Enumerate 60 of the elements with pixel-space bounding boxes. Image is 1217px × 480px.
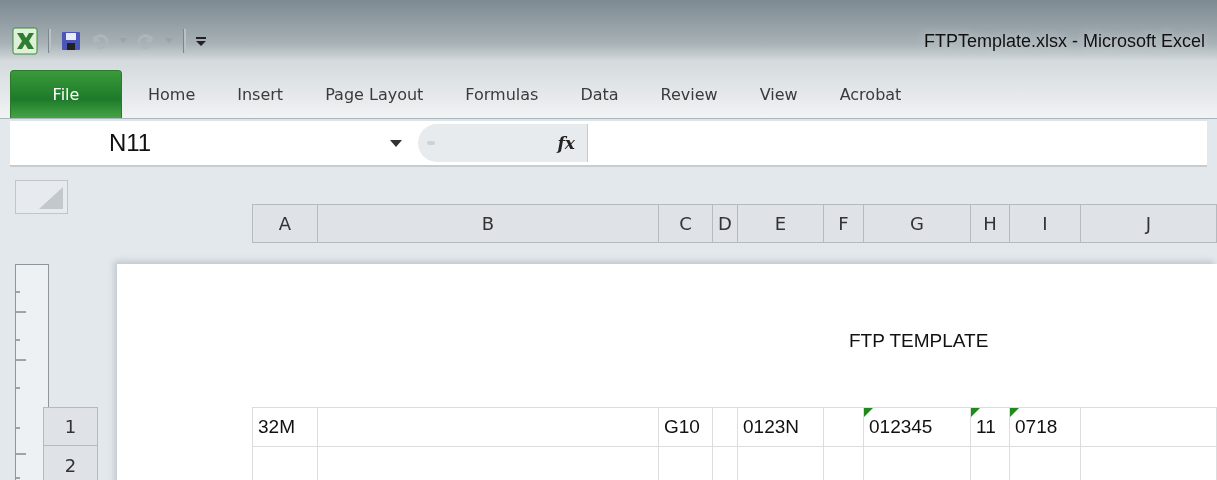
table-cell[interactable]	[1081, 407, 1217, 446]
column-header[interactable]: H	[971, 204, 1010, 243]
column-header[interactable]: B	[318, 204, 659, 243]
ribbon-tab[interactable]: Home	[122, 70, 217, 118]
table-cell[interactable]	[1081, 446, 1217, 480]
window-title: FTPTemplate.xlsx - Microsoft Excel	[923, 29, 1206, 52]
table-cell[interactable]	[713, 407, 738, 446]
table-cell[interactable]	[971, 446, 1010, 480]
ribbon-tab[interactable]: View	[738, 70, 819, 118]
ribbon-tab[interactable]: Review	[639, 70, 739, 118]
table-cell[interactable]	[318, 446, 659, 480]
table-cell[interactable]: 32M	[252, 407, 318, 446]
cell-text: G10	[664, 416, 700, 438]
table-cell[interactable]	[864, 446, 971, 480]
ribbon-tab[interactable]: Data	[559, 70, 640, 118]
redo-icon[interactable]	[137, 32, 155, 50]
row-header[interactable]: 2	[43, 446, 98, 480]
cell-text: 32M	[258, 416, 295, 438]
column-header[interactable]: G	[864, 204, 971, 243]
save-icon[interactable]	[61, 31, 81, 51]
corner-triangle-icon	[39, 187, 63, 209]
ribbon-tab[interactable]: Page Layout	[304, 70, 445, 118]
table-cell[interactable]	[738, 446, 824, 480]
column-header[interactable]: J	[1081, 204, 1217, 243]
table-cell[interactable]	[713, 446, 738, 480]
insert-function-button[interactable]: fx	[557, 133, 575, 153]
ribbon-tab[interactable]: Formulas	[444, 70, 560, 118]
row-header[interactable]: 1	[43, 407, 98, 446]
table-cell[interactable]	[252, 446, 318, 480]
select-all-button[interactable]	[15, 180, 68, 214]
table-cell[interactable]: 012345	[864, 407, 971, 446]
expand-handle-icon[interactable]	[426, 139, 436, 147]
table-cell[interactable]	[824, 407, 864, 446]
column-header[interactable]: E	[738, 204, 824, 243]
customize-toolbar-icon[interactable]	[196, 36, 206, 46]
column-header[interactable]: A	[252, 204, 318, 243]
table-cell[interactable]: 0718	[1010, 407, 1081, 446]
table-cell[interactable]: 0123N	[738, 407, 824, 446]
cell-text: 0718	[1015, 416, 1058, 438]
table-cell[interactable]	[1010, 446, 1081, 480]
cell-text: 0123N	[743, 416, 799, 438]
cell-text: 012345	[869, 416, 933, 438]
ribbon-tab[interactable]: Insert	[216, 70, 305, 118]
table-cell[interactable]	[824, 446, 864, 480]
column-header[interactable]: I	[1010, 204, 1081, 243]
table-cell[interactable]	[659, 446, 713, 480]
table-cell[interactable]: G10	[659, 407, 713, 446]
table-cell[interactable]: 11	[971, 407, 1010, 446]
column-header[interactable]: F	[824, 204, 864, 243]
file-tab[interactable]: File	[10, 70, 122, 118]
ribbon-tab[interactable]: Acrobat	[818, 70, 923, 118]
table-cell[interactable]	[318, 407, 659, 446]
cell-text: 11	[976, 416, 996, 438]
page-title: FTP TEMPLATE	[849, 330, 989, 351]
column-header[interactable]: C	[659, 204, 713, 243]
dropdown-arrow-icon[interactable]	[390, 139, 402, 147]
name-box[interactable]: N11	[10, 124, 390, 162]
excel-logo-icon[interactable]	[12, 27, 38, 55]
column-header[interactable]: D	[713, 204, 738, 243]
undo-icon[interactable]	[91, 32, 109, 50]
